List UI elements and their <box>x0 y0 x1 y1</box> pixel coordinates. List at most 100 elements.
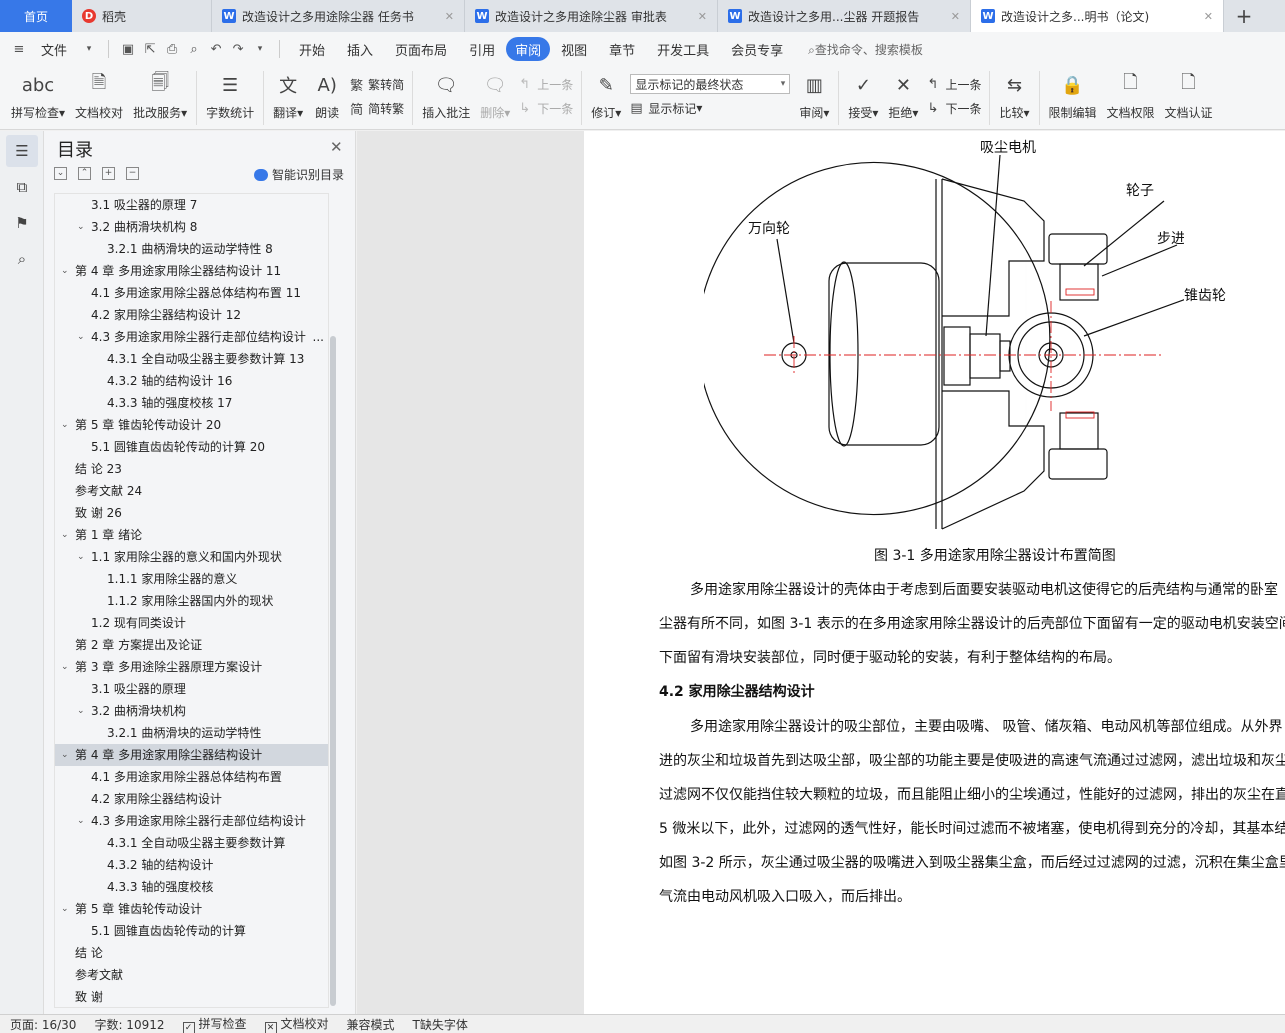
add-heading-icon[interactable]: + <box>102 167 115 180</box>
menu-devtools[interactable]: 开发工具 <box>646 37 720 61</box>
toc-item[interactable]: ⌄ 4.3 多用途家用除尘器行走部位结构设计... <box>55 326 328 348</box>
markup-state-dropdown[interactable]: 显示标记的最终状态 ▾ <box>630 74 791 94</box>
restrict-edit-button[interactable]: 🔒 限制编辑 <box>1044 66 1102 121</box>
tab-doc-1[interactable]: W 改造设计之多用途除尘器 任务书 ✕ <box>212 0 465 32</box>
word-count-button[interactable]: ☰ 字数统计 <box>201 66 259 121</box>
menu-start[interactable]: 开始 <box>288 37 336 61</box>
toc-item[interactable]: ⌄ 3.2 曲柄滑块机构 <box>55 700 328 722</box>
toc-item[interactable]: 致 谢 <box>55 986 328 1007</box>
tab-close-icon[interactable]: ✕ <box>951 10 960 23</box>
toc-item[interactable]: 4.3.3 轴的强度校核 <box>55 876 328 898</box>
toc-item[interactable]: ⌄ 第 4 章 多用途家用除尘器结构设计 <box>55 744 328 766</box>
toc-item[interactable]: 4.1 多用途家用除尘器总体结构布置 11 <box>55 282 328 304</box>
doc-auth-button[interactable]: 🗋 文档认证 <box>1160 66 1218 121</box>
next-change-button[interactable]: ↳ 下一条 <box>927 96 981 120</box>
new-tab-button[interactable]: + <box>1224 0 1264 32</box>
menu-section[interactable]: 章节 <box>598 37 646 61</box>
export-icon[interactable]: ⇱ <box>139 39 161 59</box>
undo-icon[interactable]: ↶ <box>205 39 227 59</box>
toc-item[interactable]: ⌄ 第 4 章 多用途家用除尘器结构设计 11 <box>55 260 328 282</box>
expand-up-icon[interactable]: ⌃ <box>78 167 91 180</box>
search-icon[interactable]: ⌕ <box>6 243 38 275</box>
toc-item[interactable]: ⌄ 第 3 章 多用途除尘器原理方案设计 <box>55 656 328 678</box>
track-changes-button[interactable]: ✎ 修订▾ <box>586 66 626 121</box>
show-markup-button[interactable]: ▤ 显示标记 ▾ <box>630 96 790 120</box>
toc-item[interactable]: 5.1 圆锥直齿齿轮传动的计算 <box>55 920 328 942</box>
tab-doc-3[interactable]: W 改造设计之多用...尘器 开题报告 ✕ <box>718 0 971 32</box>
toc-item[interactable]: ⌄ 1.1 家用除尘器的意义和国内外现状 <box>55 546 328 568</box>
chevron-down-icon[interactable]: ▾ <box>78 39 100 59</box>
tab-daoke[interactable]: D 稻壳 <box>72 0 212 32</box>
toc-item[interactable]: 致 谢 26 <box>55 502 328 524</box>
chevron-down-icon[interactable]: ⌄ <box>61 744 69 766</box>
next-comment-button[interactable]: ↳ 下一条 <box>519 96 573 120</box>
toc-item[interactable]: ⌄ 4.3 多用途家用除尘器行走部位结构设计 <box>55 810 328 832</box>
chevron-down-icon[interactable]: ⌄ <box>61 898 69 920</box>
close-icon[interactable]: ✕ <box>330 138 343 156</box>
toc-panel-icon[interactable]: ☰ <box>6 135 38 167</box>
tab-doc-4[interactable]: W 改造设计之多...明书（论文) ✕ <box>971 0 1224 32</box>
page-indicator[interactable]: 页面: 16/30 <box>10 1016 76 1033</box>
hamburger-icon[interactable]: ≡ <box>8 39 30 59</box>
spell-check-button[interactable]: abc 拼写检查▾ <box>6 66 70 121</box>
toc-item[interactable]: 4.2 家用除尘器结构设计 12 <box>55 304 328 326</box>
print-icon[interactable]: ⎙ <box>161 39 183 59</box>
toc-item[interactable]: 4.3.1 全自动吸尘器主要参数计算 <box>55 832 328 854</box>
toc-item[interactable]: 4.3.3 轴的强度校核 17 <box>55 392 328 414</box>
document-page[interactable]: 吸尘电机 轮子 万向轮 步进电机 锥齿轮 锥齿轮 图 3-1 多用途家用除尘器设… <box>584 131 1285 1014</box>
review-pane-button[interactable]: ▥ 审阅▾ <box>794 66 834 121</box>
collapse-all-icon[interactable]: ⌄ <box>54 167 67 180</box>
delete-comment-button[interactable]: 🗨 删除▾ <box>475 66 515 121</box>
toc-item[interactable]: 5.1 圆锥直齿齿轮传动的计算 20 <box>55 436 328 458</box>
toc-item[interactable]: ⌄ 第 5 章 锥齿轮传动设计 <box>55 898 328 920</box>
toc-item[interactable]: 4.3.2 轴的结构设计 16 <box>55 370 328 392</box>
menu-view[interactable]: 视图 <box>550 37 598 61</box>
doc-permission-button[interactable]: 🗋 文档权限 <box>1102 66 1160 121</box>
simp-to-trad-button[interactable]: 简简转繁 <box>350 96 404 120</box>
toc-item[interactable]: 3.1 吸尘器的原理 7 <box>55 194 328 216</box>
status-doc-proof[interactable]: ✕ 文档校对 <box>264 1015 329 1033</box>
tab-doc-2[interactable]: W 改造设计之多用途除尘器 审批表 ✕ <box>465 0 718 32</box>
redo-icon[interactable]: ↷ <box>227 39 249 59</box>
tab-close-icon[interactable]: ✕ <box>445 10 454 23</box>
toc-item[interactable]: ⌄ 3.2 曲柄滑块机构 8 <box>55 216 328 238</box>
toc-item[interactable]: 3.2.1 曲柄滑块的运动学特性 <box>55 722 328 744</box>
chevron-down-icon[interactable]: ▾ <box>249 39 271 59</box>
menu-file[interactable]: 文件 <box>30 37 78 61</box>
status-spell-check[interactable]: ✓ 拼写检查 <box>182 1015 247 1033</box>
toc-item[interactable]: 3.2.1 曲柄滑块的运动学特性 8 <box>55 238 328 260</box>
toc-item[interactable]: 4.3.1 全自动吸尘器主要参数计算 13 <box>55 348 328 370</box>
chevron-down-icon[interactable]: ⌄ <box>61 656 69 678</box>
print-preview-icon[interactable]: ⌕ <box>183 39 205 59</box>
toc-item[interactable]: 1.1.2 家用除尘器国内外的现状 <box>55 590 328 612</box>
toc-item[interactable]: 结 论 23 <box>55 458 328 480</box>
chevron-down-icon[interactable]: ⌄ <box>61 260 69 282</box>
chevron-down-icon[interactable]: ⌄ <box>61 414 69 436</box>
toc-item[interactable]: 参考文献 24 <box>55 480 328 502</box>
toc-item[interactable]: 3.1 吸尘器的原理 <box>55 678 328 700</box>
menu-reference[interactable]: 引用 <box>458 37 506 61</box>
menu-member[interactable]: 会员专享 <box>720 37 794 61</box>
reject-button[interactable]: ✕ 拒绝▾ <box>883 66 923 121</box>
doc-proof-button[interactable]: 🗎 文档校对 <box>70 66 128 121</box>
navigation-icon[interactable]: ⧉ <box>6 171 38 203</box>
accept-button[interactable]: ✓ 接受▾ <box>843 66 883 121</box>
toc-item[interactable]: 第 2 章 方案提出及论证 <box>55 634 328 656</box>
missing-fonts[interactable]: T缺失字体 <box>413 1016 468 1033</box>
menu-review[interactable]: 审阅 <box>506 37 551 61</box>
read-aloud-button[interactable]: A) 朗读 <box>308 66 346 121</box>
compare-button[interactable]: ⇆ 比较▾ <box>994 66 1034 121</box>
toc-item[interactable]: 4.2 家用除尘器结构设计 <box>55 788 328 810</box>
remove-heading-icon[interactable]: − <box>126 167 139 180</box>
toc-item[interactable]: 1.1.1 家用除尘器的意义 <box>55 568 328 590</box>
chevron-down-icon[interactable]: ⌄ <box>77 546 85 568</box>
tab-home[interactable]: 首页 <box>0 0 72 32</box>
chevron-down-icon[interactable]: ⌄ <box>77 326 85 348</box>
chevron-down-icon[interactable]: ⌄ <box>61 524 69 546</box>
more-icon[interactable]: ... <box>313 326 324 348</box>
chevron-down-icon[interactable]: ⌄ <box>77 700 85 722</box>
command-search[interactable]: ⌕查找命令、搜索模板 <box>808 41 923 58</box>
batch-service-button[interactable]: 🗐 批改服务▾ <box>128 66 192 121</box>
chevron-down-icon[interactable]: ⌄ <box>77 810 85 832</box>
save-icon[interactable]: ▣ <box>117 39 139 59</box>
